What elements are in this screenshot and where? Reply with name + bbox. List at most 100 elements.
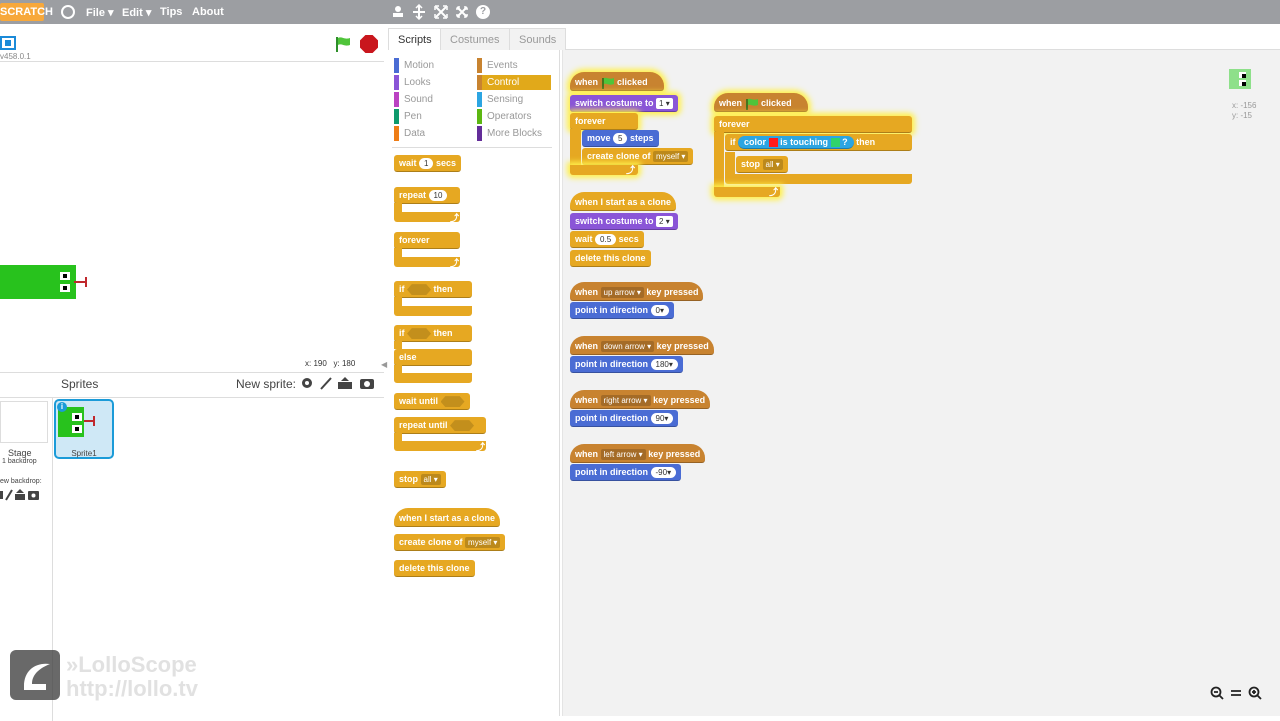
category-motion[interactable]: Motion <box>394 58 434 73</box>
cut-icon[interactable] <box>412 3 426 23</box>
palette-if-foot <box>394 306 472 316</box>
category-data[interactable]: Data <box>394 126 425 141</box>
loop-arrow-icon: ⤴ <box>476 442 486 452</box>
editor-tabs: Scripts Costumes Sounds <box>388 28 1280 50</box>
palette-stop-block[interactable]: stop all ▾ <box>394 471 446 488</box>
green-flag-icon <box>601 77 614 89</box>
key-down-hat[interactable]: when down arrow ▾ key pressed <box>570 336 714 355</box>
script3-color-touching-sensor[interactable]: color is touching ? <box>738 136 854 149</box>
block-palette: Motion Looks Sound Pen Data Events Contr… <box>388 50 560 716</box>
palette-wait-block[interactable]: wait 1 secs <box>394 155 462 172</box>
script3-when-flag-hat[interactable]: when clicked <box>714 93 808 112</box>
green-flag-icon[interactable] <box>334 35 352 53</box>
new-sprite-label: New sprite: <box>236 377 297 391</box>
scripts-area[interactable]: when clicked switch costume to 1 ▾ forev… <box>562 50 1280 716</box>
watermark-url: http://lollo.tv <box>66 676 198 701</box>
palette-delete-clone-block[interactable]: delete this clone <box>394 560 475 577</box>
sprite-pane-divider <box>0 397 384 398</box>
sprite-eye <box>60 272 70 280</box>
category-sensing[interactable]: Sensing <box>477 92 523 107</box>
upload-sprite-icon[interactable] <box>337 376 353 393</box>
palette-if-else-block[interactable]: if then <box>394 325 472 342</box>
category-control[interactable]: Control <box>477 75 551 90</box>
about-menu[interactable]: About <box>192 6 224 18</box>
category-more-blocks[interactable]: More Blocks <box>477 126 542 141</box>
choose-sprite-library-icon[interactable] <box>300 376 314 393</box>
category-operators[interactable]: Operators <box>477 109 531 124</box>
loop-arrow-icon: ⤴ <box>450 213 460 223</box>
category-events[interactable]: Events <box>477 58 518 73</box>
duplicate-icon[interactable] <box>391 4 405 23</box>
script3-if-block[interactable]: if color is touching ? then <box>725 134 912 151</box>
palette-repeat-block[interactable]: repeat 10 <box>394 187 460 204</box>
touch-color-red-swatch[interactable] <box>768 138 778 148</box>
zoom-reset-icon[interactable] <box>1230 686 1242 703</box>
help-icon[interactable]: ? <box>476 5 490 19</box>
touch-color-green-swatch[interactable] <box>830 138 840 148</box>
tab-costumes[interactable]: Costumes <box>440 28 510 50</box>
collapse-stage-icon[interactable]: ◀ <box>381 360 387 369</box>
scratch-logo[interactable]: SCRATCH <box>0 3 53 21</box>
palette-when-clone-hat[interactable]: when I start as a clone <box>394 508 501 527</box>
script2-switch-costume-block[interactable]: switch costume to 2 ▾ <box>570 213 678 230</box>
stage-label: Stage <box>8 448 32 458</box>
tips-menu[interactable]: Tips <box>160 6 182 18</box>
stop-sign-icon[interactable] <box>360 35 378 53</box>
key-up-point-block[interactable]: point in direction 0▾ <box>570 302 674 319</box>
shrink-icon[interactable] <box>455 4 469 23</box>
key-right-hat[interactable]: when right arrow ▾ key pressed <box>570 390 711 409</box>
script1-when-flag-hat[interactable]: when clicked <box>570 72 664 91</box>
key-left-point-block[interactable]: point in direction -90▾ <box>570 464 682 481</box>
key-up-hat[interactable]: when up arrow ▾ key pressed <box>570 282 704 301</box>
sprite-position-readout: x: -156 y: -15 <box>1232 101 1256 121</box>
presentation-mode-icon[interactable] <box>0 36 16 50</box>
palette-else-mouth <box>394 365 402 373</box>
palette-repeat-until-block[interactable]: repeat until <box>394 417 486 434</box>
script1-move-block[interactable]: move 5 steps <box>582 130 659 147</box>
sprite-eye <box>72 413 82 421</box>
tab-sounds[interactable]: Sounds <box>509 28 567 50</box>
palette-create-clone-block[interactable]: create clone of myself ▾ <box>394 534 506 551</box>
script2-when-clone-hat[interactable]: when I start as a clone <box>570 192 677 211</box>
stage-sprite[interactable] <box>0 265 87 299</box>
new-backdrop-icons[interactable] <box>0 489 40 504</box>
palette-repeat-until-foot <box>394 441 486 451</box>
script1-forever-block[interactable]: forever <box>570 113 638 130</box>
stage-thumbnail[interactable] <box>0 401 48 443</box>
script3-forever-block[interactable]: forever <box>714 116 912 133</box>
key-down-point-block[interactable]: point in direction 180▾ <box>570 356 683 373</box>
sprite-info-icon[interactable]: i <box>57 402 67 412</box>
script1-switch-costume-block[interactable]: switch costume to 1 ▾ <box>570 95 678 112</box>
palette-if-block[interactable]: if then <box>394 281 472 298</box>
camera-sprite-icon[interactable] <box>359 376 375 393</box>
language-globe-icon[interactable] <box>61 5 75 19</box>
sprites-title: Sprites <box>61 377 99 391</box>
edit-menu[interactable]: Edit ▾ <box>122 6 151 19</box>
sprite-eye <box>72 425 82 433</box>
script1-create-clone-block[interactable]: create clone of myself ▾ <box>582 148 694 165</box>
sprite-antenna-icon <box>74 277 87 287</box>
script3-stop-block[interactable]: stop all ▾ <box>736 156 788 173</box>
mouse-y-value: 180 <box>341 359 356 368</box>
category-pen[interactable]: Pen <box>394 109 422 124</box>
tab-scripts[interactable]: Scripts <box>388 28 442 50</box>
stage-canvas[interactable] <box>0 62 384 356</box>
version-label: v458.0.1 <box>0 52 31 61</box>
paint-new-sprite-icon[interactable] <box>319 376 333 393</box>
zoom-in-icon[interactable] <box>1248 686 1262 703</box>
key-left-hat[interactable]: when left arrow ▾ key pressed <box>570 444 706 463</box>
palette-wait-until-block[interactable]: wait until <box>394 393 470 410</box>
sprite-thumbnail[interactable]: i Sprite1 <box>54 399 114 459</box>
category-sound[interactable]: Sound <box>394 92 433 107</box>
file-menu[interactable]: File ▾ <box>86 6 114 19</box>
script2-wait-block[interactable]: wait 0.5 secs <box>570 231 644 248</box>
category-looks[interactable]: Looks <box>394 75 431 90</box>
grow-icon[interactable] <box>434 4 448 23</box>
backdrop-count: 1 backdrop <box>2 458 37 465</box>
palette-forever-block[interactable]: forever <box>394 232 460 249</box>
script2-delete-clone-block[interactable]: delete this clone <box>570 250 651 267</box>
sprite-y: y: -15 <box>1232 111 1253 120</box>
zoom-out-icon[interactable] <box>1210 686 1224 703</box>
sprite-eye <box>1239 80 1246 86</box>
key-right-point-block[interactable]: point in direction 90▾ <box>570 410 679 427</box>
